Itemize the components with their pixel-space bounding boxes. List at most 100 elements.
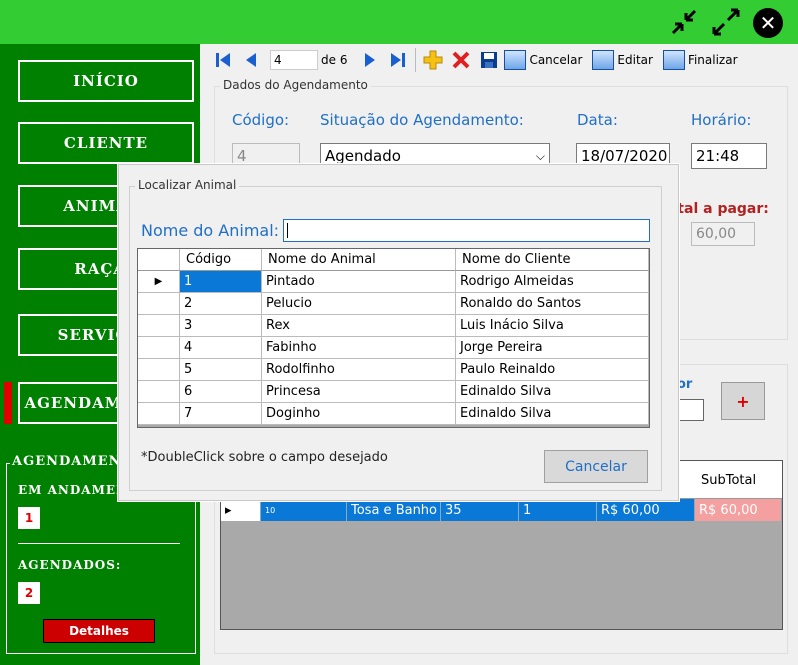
edit-image-icon[interactable] <box>592 50 615 70</box>
edit-toolbar-button[interactable]: Editar <box>617 53 653 67</box>
row-header <box>138 403 180 425</box>
animal-name-input[interactable] <box>283 219 650 242</box>
animal-cell[interactable]: Doginho <box>262 403 456 425</box>
text-cursor <box>287 223 288 238</box>
row-header <box>138 359 180 381</box>
row-header <box>138 315 180 337</box>
codigo-label: Código: <box>232 111 290 129</box>
codigo-cell[interactable]: 7 <box>180 403 262 425</box>
arrows-out-icon[interactable] <box>710 6 742 38</box>
animal-cell[interactable]: Fabinho <box>262 337 456 359</box>
codigo-cell[interactable]: 2 <box>180 293 262 315</box>
last-record-icon[interactable] <box>387 49 409 71</box>
service-value-cell: 35 <box>441 499 519 521</box>
cancel-toolbar-button[interactable]: Cancelar <box>529 53 582 67</box>
close-glyph: ✕ <box>759 11 777 35</box>
valor-input[interactable] <box>678 399 704 421</box>
codigo-cell[interactable]: 5 <box>180 359 262 381</box>
row-header-corner <box>138 249 180 271</box>
client-cell[interactable]: Ronaldo do Santos <box>456 293 649 315</box>
codigo-value: 4 <box>237 147 247 165</box>
nav-label: INÍCIO <box>73 72 139 90</box>
agendados-label: AGENDADOS: <box>18 558 122 572</box>
finalize-toolbar-button[interactable]: Finalizar <box>688 53 738 67</box>
animal-cell[interactable]: Rex <box>262 315 456 337</box>
nav-label: CLIENTE <box>63 134 149 152</box>
column-header[interactable]: Nome do Cliente <box>456 249 649 271</box>
em-andamento-label: EM ANDAMENTO: <box>18 483 122 497</box>
detalhes-button[interactable]: Detalhes <box>43 619 155 643</box>
client-cell[interactable]: Rodrigo Almeidas <box>456 271 649 293</box>
table-row[interactable]: 2 Pelucio Ronaldo do Santos <box>138 293 649 315</box>
chevron-down-icon: ⌵ <box>535 148 545 163</box>
nav-inicio-button[interactable]: INÍCIO <box>18 60 194 102</box>
finalize-image-icon[interactable] <box>662 50 685 70</box>
codigo-cell[interactable]: 1 <box>180 271 262 293</box>
client-cell[interactable]: Luis Inácio Silva <box>456 315 649 337</box>
animal-cell[interactable]: Rodolfinho <box>262 359 456 381</box>
previous-record-icon[interactable] <box>240 49 262 71</box>
animal-cell[interactable]: Pelucio <box>262 293 456 315</box>
row-header <box>138 381 180 403</box>
situacao-label: Situação do Agendamento: <box>320 111 524 129</box>
client-cell[interactable]: Edinaldo Silva <box>456 403 649 425</box>
row-header <box>138 337 180 359</box>
dialog-hint: *DoubleClick sobre o campo desejado <box>141 450 388 465</box>
find-animal-dialog: Localizar Animal Nome do Animal: Código … <box>118 164 679 501</box>
codigo-cell[interactable]: 3 <box>180 315 262 337</box>
divider <box>18 543 180 544</box>
table-row[interactable]: 5 Rodolfinho Paulo Reinaldo <box>138 359 649 381</box>
table-row[interactable]: 7 Doginho Edinaldo Silva <box>138 403 649 425</box>
agendados-count: 2 <box>18 582 40 604</box>
horario-field[interactable]: 21:48 <box>691 143 767 169</box>
record-count-label: de 6 <box>321 53 348 67</box>
service-price-cell: R$ 60,00 <box>597 499 695 521</box>
row-selector-icon: ▸ <box>221 499 261 521</box>
horario-value: 21:48 <box>696 147 740 165</box>
add-service-button[interactable]: + <box>721 382 765 420</box>
valor-label: or <box>677 377 693 392</box>
service-subtotal-cell: R$ 60,00 <box>695 499 782 521</box>
total-field: 60,00 <box>691 222 755 246</box>
save-icon[interactable] <box>478 49 500 71</box>
data-label: Data: <box>577 111 618 129</box>
service-id-cell: 10 <box>261 499 347 521</box>
codigo-cell[interactable]: 4 <box>180 337 262 359</box>
em-andamento-count: 1 <box>18 507 40 529</box>
cancel-image-icon[interactable] <box>504 50 527 70</box>
row-header <box>138 293 180 315</box>
table-row[interactable]: 4 Fabinho Jorge Pereira <box>138 337 649 359</box>
navigation-toolbar: 4 de 6 Cancelar Editar Finalizar <box>202 44 798 76</box>
next-record-icon[interactable] <box>359 49 381 71</box>
total-value: 60,00 <box>696 226 737 242</box>
subtotal-header: SubTotal <box>701 472 757 488</box>
client-cell[interactable]: Jorge Pereira <box>456 337 649 359</box>
animal-cell[interactable]: Pintado <box>262 271 456 293</box>
table-row[interactable]: 6 Princesa Edinaldo Silva <box>138 381 649 403</box>
toolbar-separator <box>415 48 417 72</box>
table-row[interactable]: ▶ 1 Pintado Rodrigo Almeidas <box>138 271 649 293</box>
dialog-cancel-button[interactable]: Cancelar <box>544 450 648 483</box>
codigo-cell[interactable]: 6 <box>180 381 262 403</box>
table-row[interactable]: 3 Rex Luis Inácio Silva <box>138 315 649 337</box>
active-indicator <box>4 382 12 424</box>
service-qty-cell: 1 <box>519 499 597 521</box>
delete-icon[interactable] <box>450 49 472 71</box>
nav-cliente-button[interactable]: CLIENTE <box>18 122 194 164</box>
column-header[interactable]: Código <box>180 249 262 271</box>
dialog-legend: Localizar Animal <box>135 178 240 192</box>
arrows-in-icon[interactable] <box>668 6 700 38</box>
situacao-value: Agendado <box>325 147 401 165</box>
first-record-icon[interactable] <box>212 49 234 71</box>
animal-cell[interactable]: Princesa <box>262 381 456 403</box>
record-position-input[interactable]: 4 <box>270 50 318 70</box>
record-position: 4 <box>274 53 282 67</box>
animal-name-label: Nome do Animal: <box>141 221 280 240</box>
row-pointer-icon: ▶ <box>138 271 180 293</box>
close-icon[interactable]: ✕ <box>753 8 783 38</box>
client-cell[interactable]: Paulo Reinaldo <box>456 359 649 381</box>
client-cell[interactable]: Edinaldo Silva <box>456 381 649 403</box>
add-icon[interactable] <box>422 49 444 71</box>
column-header[interactable]: Nome do Animal <box>262 249 456 271</box>
table-row[interactable]: ▸ 10 Tosa e Banho 35 1 R$ 60,00 R$ 60,00 <box>221 499 782 521</box>
